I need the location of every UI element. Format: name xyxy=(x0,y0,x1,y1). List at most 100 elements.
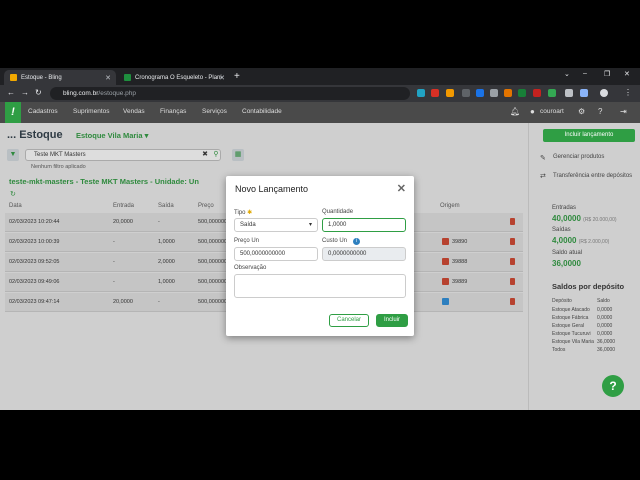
restore-icon[interactable]: ❐ xyxy=(604,70,610,78)
extension-icon[interactable] xyxy=(417,89,425,97)
tipo-label-text: Tipo xyxy=(234,210,246,216)
transfer-icon: ⇄ xyxy=(540,173,546,180)
edit-icon: ✎ xyxy=(540,155,546,162)
menu-servicos[interactable]: Serviços xyxy=(202,108,227,115)
close-window-icon[interactable]: ✕ xyxy=(624,70,630,78)
saidas-value: 4,0000 (R$ 2.000,00) xyxy=(552,236,609,245)
trash-icon[interactable] xyxy=(510,278,515,285)
observacao-label: Observação xyxy=(234,265,267,271)
filter-icon[interactable]: ▼ xyxy=(7,149,19,161)
menu-dots-icon[interactable]: ⋮ xyxy=(624,88,632,97)
tipo-value: Saída xyxy=(240,222,256,228)
search-input[interactable]: Teste MKT Masters xyxy=(25,149,221,161)
dep-name: Todos xyxy=(552,347,566,353)
cell-origem[interactable]: 39888 xyxy=(452,259,467,265)
quantidade-input[interactable]: 1,0000 xyxy=(322,218,406,232)
cell-saida: - xyxy=(158,219,160,225)
tab-estoque[interactable]: Estoque - Bling ✕ xyxy=(4,70,116,85)
app-header: ! Cadastros Suprimentos Vendas Finanças … xyxy=(0,102,640,123)
cell-preco: 500,000000 xyxy=(198,259,228,265)
cell-preco: 500,000000 xyxy=(198,219,228,225)
trash-icon[interactable] xyxy=(510,298,515,305)
warehouse-select[interactable]: Estoque Vila Maria ▾ xyxy=(76,131,148,140)
tipo-select[interactable]: Saída ▾ xyxy=(234,218,318,232)
bling-logo[interactable]: ! xyxy=(5,102,21,123)
extension-icon[interactable] xyxy=(446,89,454,97)
forward-icon[interactable]: → xyxy=(21,88,29,97)
trash-icon[interactable] xyxy=(510,218,515,225)
saldo-label: Saldo atual xyxy=(552,250,583,256)
reload-icon[interactable]: ↻ xyxy=(35,88,42,97)
help-icon[interactable]: ? xyxy=(598,107,602,116)
order-icon[interactable] xyxy=(442,258,449,265)
trash-icon[interactable] xyxy=(510,258,515,265)
extension-icon[interactable] xyxy=(462,89,470,97)
extension-icon[interactable] xyxy=(431,89,439,97)
cell-origem[interactable]: 39889 xyxy=(452,279,467,285)
col-origem: Origem xyxy=(440,203,460,209)
close-icon[interactable]: ✕ xyxy=(397,182,406,195)
manage-products-link[interactable]: Gerenciar produtos xyxy=(553,154,604,160)
extension-icon[interactable] xyxy=(518,89,526,97)
extension-icon[interactable] xyxy=(533,89,541,97)
custo-label-text: Custo Un xyxy=(322,238,348,244)
extension-icon[interactable] xyxy=(490,89,498,97)
sidepanel-icon[interactable] xyxy=(580,89,588,97)
dep-saldo: 36,0000 xyxy=(597,339,616,345)
user-icon[interactable]: ● xyxy=(530,107,535,116)
profile-avatar[interactable] xyxy=(600,89,608,97)
modal-title: Novo Lançamento xyxy=(235,184,309,194)
extension-icon[interactable] xyxy=(504,89,512,97)
order-icon[interactable] xyxy=(442,278,449,285)
url-host: bling.com.br xyxy=(63,90,99,97)
cell-preco: 500,000000 xyxy=(198,239,228,245)
menu-cadastros[interactable]: Cadastros xyxy=(28,108,58,115)
col-saida: Saída xyxy=(158,203,174,209)
include-button[interactable]: Incluir xyxy=(376,314,408,327)
refresh-icon[interactable]: ↻ xyxy=(10,190,16,198)
bell-icon[interactable]: 🔔︎ xyxy=(510,107,520,116)
help-button[interactable]: ? xyxy=(602,375,624,397)
tipo-label: Tipo ✱ xyxy=(234,209,252,216)
tab-title: Cronograma O Esqueleto - Plani xyxy=(135,74,222,81)
close-tab-icon[interactable]: ✕ xyxy=(105,74,111,82)
cancel-button[interactable]: Cancelar xyxy=(329,314,369,327)
puzzle-icon[interactable] xyxy=(565,89,573,97)
observacao-textarea[interactable] xyxy=(234,274,406,298)
menu-contabilidade[interactable]: Contabilidade xyxy=(242,108,282,115)
search-icon[interactable]: ⚲ xyxy=(210,149,222,161)
gear-icon[interactable]: ⚙ xyxy=(578,107,585,116)
info-icon[interactable]: i xyxy=(353,238,361,245)
preco-input[interactable]: 500,0000000000 xyxy=(234,247,318,261)
user-name[interactable]: couroart xyxy=(540,108,564,115)
minimize-icon[interactable]: – xyxy=(583,70,587,77)
page-title: ... Estoque xyxy=(7,129,63,141)
back-icon[interactable]: ← xyxy=(7,88,15,97)
order-icon[interactable] xyxy=(442,238,449,245)
custo-label: Custo Un i xyxy=(322,238,361,245)
preco-label: Preço Un xyxy=(234,238,260,244)
cell-preco: 500,000000 xyxy=(198,299,228,305)
url-path: /estoque.php xyxy=(98,90,136,97)
logout-icon[interactable]: ⇥ xyxy=(620,107,627,116)
add-entry-button[interactable]: Incluir lançamento xyxy=(543,129,635,142)
url-field[interactable]: bling.com.br/estoque.php xyxy=(50,87,410,100)
tab-strip: Estoque - Bling ✕ Cronograma O Esqueleto… xyxy=(0,68,640,85)
saldo-value: 36,0000 xyxy=(552,259,581,268)
extension-icon[interactable] xyxy=(476,89,484,97)
trash-icon[interactable] xyxy=(510,238,515,245)
calendar-icon[interactable]: ▦ xyxy=(232,149,244,161)
tab-search-icon[interactable]: ⌄ xyxy=(564,70,570,78)
info-badge-icon[interactable] xyxy=(442,298,449,305)
transfer-link[interactable]: Transferência entre depósitos xyxy=(553,172,633,181)
saidas-sub: (R$ 2.000,00) xyxy=(578,239,610,245)
menu-financas[interactable]: Finanças xyxy=(160,108,186,115)
extension-icon[interactable] xyxy=(548,89,556,97)
cell-origem[interactable]: 39890 xyxy=(452,239,467,245)
menu-suprimentos[interactable]: Suprimentos xyxy=(73,108,110,115)
dep-name: Estoque Atacado xyxy=(552,307,590,313)
close-tab-icon[interactable]: ✕ xyxy=(219,74,225,82)
new-tab-icon[interactable]: + xyxy=(234,71,240,82)
tab-cronograma[interactable]: Cronograma O Esqueleto - Plani ✕ xyxy=(118,70,230,85)
menu-vendas[interactable]: Vendas xyxy=(123,108,145,115)
